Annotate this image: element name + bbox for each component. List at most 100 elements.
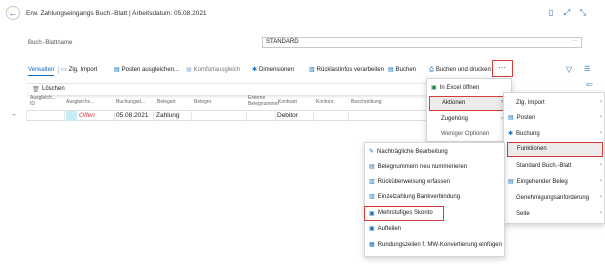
fewer-options-item[interactable]: Weniger Optionen bbox=[441, 127, 489, 141]
delete-menu-item[interactable]: Löschen bbox=[42, 86, 65, 92]
approval-request-menu-item[interactable]: Genehmigungsanforderung bbox=[516, 191, 589, 205]
zlg-import-button[interactable]: ▭ Zlg. Import bbox=[61, 64, 97, 76]
back-arrow-icon[interactable]: ← bbox=[6, 6, 20, 20]
column-divider bbox=[64, 111, 65, 122]
renumber-icon: ▤ bbox=[369, 164, 375, 170]
open-in-excel-item[interactable]: ▣ In Excel öffnen bbox=[431, 81, 479, 95]
column-divider bbox=[114, 111, 115, 122]
renumber-documents-item[interactable]: ▤ Belegnummern neu nummerieren bbox=[369, 160, 467, 174]
post-label: Buchen bbox=[395, 67, 417, 73]
multi-level-discount-item[interactable]: ▣ Mehrstufiges Skonto bbox=[364, 206, 444, 221]
post-icon: ▤ bbox=[388, 67, 394, 73]
status-cell[interactable]: Offen bbox=[79, 112, 95, 119]
post-button[interactable]: ▤ Buchen bbox=[388, 64, 416, 76]
dimensions-label: Dimensionen bbox=[259, 67, 295, 73]
post-and-print-label: Buchen und drucken bbox=[435, 67, 491, 73]
column-header[interactable]: Belegart bbox=[157, 99, 176, 105]
standard-journal-label: Standard Buch.-Blatt bbox=[516, 163, 572, 169]
filter-icon[interactable]: ▽ bbox=[566, 64, 572, 76]
column-divider bbox=[348, 111, 349, 122]
manage-menu: 🗑 Löschen bbox=[28, 83, 430, 96]
functions-menu-item[interactable]: Funktionen bbox=[507, 142, 603, 157]
edit-icon: ✎ bbox=[369, 149, 375, 155]
document-icon: ▭ bbox=[61, 67, 67, 73]
column-header[interactable]: Beschreibung bbox=[351, 99, 382, 105]
batch-name-lookup-button[interactable]: ··· bbox=[572, 37, 578, 46]
related-menu-item[interactable]: Zugehörig › bbox=[441, 112, 503, 126]
posting-date-cell[interactable]: 05.08.2021 bbox=[116, 112, 149, 119]
bookmark-icon[interactable]: ▯ bbox=[546, 8, 556, 18]
multi-level-discount-label: Mehrstufiges Skonto bbox=[378, 210, 433, 216]
page-title: Erw. Zahlungseingangs Buch.-Blatt | Arbe… bbox=[26, 10, 207, 17]
dimensions-icon: ✱ bbox=[252, 67, 258, 73]
tab-verwalten-label: Verwalten bbox=[28, 67, 55, 73]
functions-label: Funktionen bbox=[517, 146, 547, 152]
entries-menu-item[interactable]: ▤ Posten bbox=[508, 111, 535, 125]
incoming-document-menu-item[interactable]: ▤ Eingehender Beleg bbox=[508, 175, 568, 189]
actions-menu-item[interactable]: Aktionen › bbox=[429, 96, 509, 111]
document-type-cell[interactable]: Zahlung bbox=[156, 112, 180, 119]
apply-entries-icon: ▤ bbox=[114, 67, 120, 73]
column-header[interactable]: Ausgleich... ID bbox=[30, 95, 56, 107]
zlg-import-label: Zlg. Import bbox=[68, 67, 98, 73]
column-header[interactable]: Kontoart bbox=[278, 99, 297, 105]
register-reversal-item[interactable]: ▥ Rücküberweisung erfassen bbox=[369, 175, 450, 189]
insert-rounding-lines-label: Rundungszeilen f. MW-Konvertierung einfü… bbox=[377, 242, 502, 248]
column-header[interactable]: Externe Belegnummer bbox=[248, 95, 279, 107]
apply-entries-button[interactable]: ▤ Posten ausgleichen... bbox=[114, 64, 179, 76]
column-header[interactable]: Kontonr. bbox=[316, 99, 335, 105]
page: ← Erw. Zahlungseingangs Buch.-Blatt | Ar… bbox=[0, 0, 605, 264]
open-new-window-icon[interactable]: ⤢ bbox=[562, 8, 572, 18]
subsequent-editing-item[interactable]: ✎ Nachträgliche Bearbeitung bbox=[369, 145, 448, 159]
more-options-button[interactable]: ··· bbox=[492, 60, 513, 77]
column-divider bbox=[153, 111, 154, 122]
excel-icon: ▣ bbox=[431, 85, 437, 91]
post-and-print-button[interactable]: ⎙ Buchen und drucken bbox=[429, 64, 491, 76]
open-in-excel-label: In Excel öffnen bbox=[439, 85, 480, 91]
page-menu-label: Seite bbox=[516, 211, 530, 217]
dimensions-button[interactable]: ✱ Dimensionen bbox=[252, 64, 294, 76]
subsequent-editing-label: Nachträgliche Bearbeitung bbox=[377, 149, 448, 155]
comfort-apply-label: Komfortausgleich bbox=[193, 67, 241, 73]
bank-icon: ▥ bbox=[369, 194, 375, 200]
row-arrow-icon: → bbox=[10, 111, 17, 118]
related-label: Zugehörig bbox=[441, 116, 469, 122]
chevron-right-icon: › bbox=[600, 114, 602, 120]
zlg-import-menu-label: Zlg. Import bbox=[516, 100, 545, 106]
standard-journal-menu-item[interactable]: Standard Buch.-Blatt bbox=[516, 159, 571, 173]
comfort-apply-icon: ▦ bbox=[186, 67, 192, 73]
column-header[interactable]: Buchungsd... bbox=[116, 99, 145, 105]
entries-icon: ▤ bbox=[508, 115, 514, 121]
comfort-apply-button[interactable]: ▦ Komfortausgleich bbox=[186, 64, 240, 76]
more-options-menu: ▣ In Excel öffnen Aktionen › Zugehörig › W… bbox=[426, 78, 512, 142]
column-divider bbox=[191, 111, 192, 122]
column-divider bbox=[275, 111, 276, 122]
posting-menu-item[interactable]: ✱ Buchung bbox=[508, 127, 540, 141]
process-return-info-button[interactable]: ▥ Rücklastinfos verarbeiten bbox=[309, 64, 384, 76]
collapse-icon[interactable]: ⤡ bbox=[578, 8, 588, 18]
column-divider bbox=[246, 111, 247, 122]
register-reversal-label: Rücküberweisung erfassen bbox=[377, 179, 451, 185]
single-payment-bank-item[interactable]: ▥ Einzelzahlung Bankverbindung bbox=[369, 190, 460, 204]
batch-name-value: STANDARD bbox=[266, 39, 299, 45]
list-view-icon[interactable]: ☰ bbox=[584, 64, 590, 76]
actions-submenu: Zlg. Import › ▤ Posten › ✱ Buchung › Funkt… bbox=[503, 92, 605, 224]
return-info-icon: ▥ bbox=[309, 67, 315, 73]
zlg-import-menu-item[interactable]: Zlg. Import bbox=[516, 96, 545, 110]
action-bar: Verwalten ▭ Zlg. Import ▤ Posten ausgleich… bbox=[24, 64, 604, 76]
process-return-info-label: Rücklastinfos verarbeiten bbox=[316, 67, 385, 73]
insert-rounding-lines-item[interactable]: ▦ Rundungszeilen f. MW-Konvertierung einf… bbox=[369, 238, 502, 252]
incoming-document-label: Eingehender Beleg bbox=[516, 179, 568, 185]
pin-menu-icon[interactable]: ⇦ bbox=[586, 80, 602, 90]
page-menu-item[interactable]: Seite bbox=[516, 207, 530, 221]
chevron-right-icon: › bbox=[600, 210, 602, 216]
column-header[interactable]: Ausgleichs... bbox=[66, 99, 94, 105]
split-item[interactable]: ▣ Aufteilen bbox=[369, 222, 401, 236]
column-header[interactable]: Belegnr. bbox=[194, 99, 212, 105]
table-row[interactable]: → Offen 05.08.2021 Zahlung Debitor bbox=[10, 110, 426, 122]
batch-name-field[interactable]: STANDARD ··· bbox=[262, 37, 582, 48]
account-type-cell[interactable]: Debitor bbox=[277, 112, 298, 119]
selected-cell[interactable] bbox=[66, 111, 77, 121]
apply-entries-label: Posten ausgleichen... bbox=[121, 67, 180, 73]
divider bbox=[58, 66, 59, 74]
